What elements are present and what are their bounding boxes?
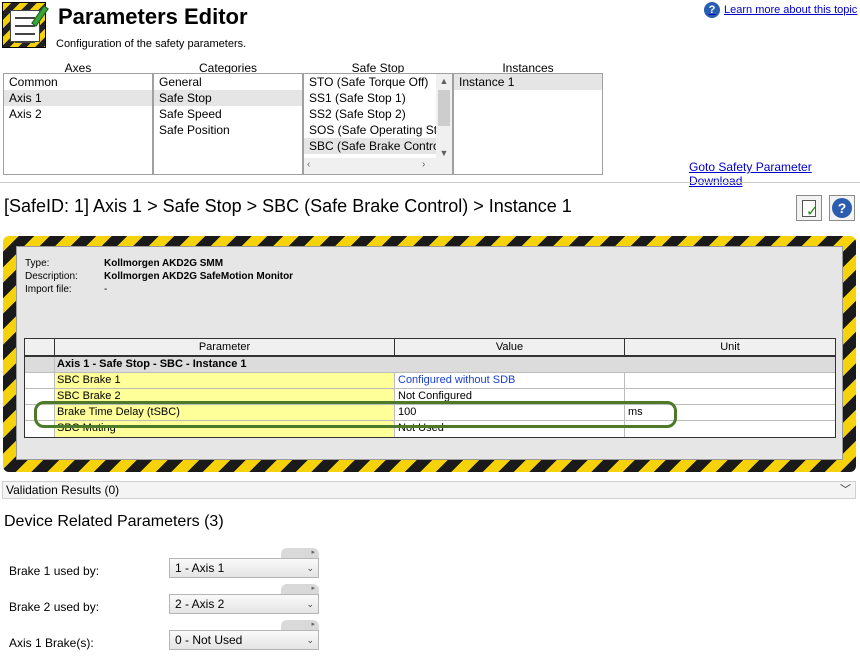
brake-2-field: ▸ 2 - Axis 2 ⌄ [169, 584, 319, 618]
list-item-ss2[interactable]: SS2 (Safe Stop 2) [304, 106, 438, 122]
safe-stop-list[interactable]: STO (Safe Torque Off) SS1 (Safe Stop 1) … [303, 73, 453, 175]
validation-label: Validation Results (0) [6, 483, 120, 497]
list-item-sbc[interactable]: SBC (Safe Brake Control) [304, 138, 438, 154]
column-unit[interactable]: Unit [625, 339, 835, 355]
validation-results-bar[interactable]: Validation Results (0) ﹀ [2, 481, 856, 499]
parameter-value[interactable]: Configured without SDB [395, 373, 625, 388]
learn-more-label: Learn more about this topic [724, 4, 858, 16]
breadcrumb: [SafeID: 1] Axis 1 > Safe Stop > SBC (Sa… [4, 196, 572, 216]
table-group-row: Axis 1 - Safe Stop - SBC - Instance 1 [25, 357, 835, 373]
brake-2-label: Brake 2 used by: [9, 600, 100, 614]
help-button[interactable]: ? [829, 195, 855, 221]
instances-list[interactable]: Instance 1 [453, 73, 603, 175]
row-highlight-outline [34, 401, 677, 428]
device-params-title: Device Related Parameters (3) [4, 513, 224, 530]
scroll-up-icon[interactable]: ▲ [436, 74, 452, 88]
parameter-name: SBC Brake 1 [55, 373, 395, 388]
axis-1-brakes-label: Axis 1 Brake(s): [9, 636, 94, 650]
list-item-instance-1[interactable]: Instance 1 [454, 74, 602, 90]
list-item-common[interactable]: Common [4, 74, 152, 90]
brake-1-label: Brake 1 used by: [9, 564, 100, 578]
list-item-sto[interactable]: STO (Safe Torque Off) [304, 74, 438, 90]
field-tab-icon: ▸ [281, 584, 319, 594]
help-icon: ? [832, 198, 852, 218]
learn-more-link[interactable]: ? Learn more about this topic [704, 2, 857, 18]
chevron-down-icon[interactable]: ﹀ [840, 482, 851, 498]
brake-1-field: ▸ 1 - Axis 1 ⌄ [169, 548, 319, 582]
column-value[interactable]: Value [395, 339, 625, 355]
validate-button[interactable]: ✓ [796, 195, 822, 221]
section-divider [0, 182, 860, 183]
import-file: Import file: - [25, 284, 108, 295]
page-subtitle: Configuration of the safety parameters. [56, 38, 247, 50]
table-header: Parameter Value Unit [25, 339, 835, 357]
page-title: Parameters Editor [58, 4, 248, 29]
list-item-general[interactable]: General [154, 74, 302, 90]
brake-2-select[interactable]: 2 - Axis 2 ⌄ [169, 594, 319, 614]
axis-1-brakes-field: ▸ 0 - Not Used ⌄ [169, 620, 319, 654]
field-tab-icon: ▸ [281, 548, 319, 558]
axis-1-brakes-select[interactable]: 0 - Not Used ⌄ [169, 630, 319, 650]
brake-1-select[interactable]: 1 - Axis 1 ⌄ [169, 558, 319, 578]
scroll-left-icon[interactable]: ‹ [307, 159, 310, 170]
list-item-ss1[interactable]: SS1 (Safe Stop 1) [304, 90, 438, 106]
column-parameter[interactable]: Parameter [55, 339, 395, 355]
scroll-right-icon[interactable]: › [422, 159, 425, 170]
help-icon: ? [704, 2, 720, 18]
chevron-down-icon: ⌄ [306, 563, 314, 573]
field-tab-icon: ▸ [281, 620, 319, 630]
chevron-down-icon: ⌄ [306, 599, 314, 609]
chevron-down-icon: ⌄ [306, 635, 314, 645]
table-row[interactable]: SBC Brake 1 Configured without SDB [25, 373, 835, 389]
list-item-axis-1[interactable]: Axis 1 [4, 90, 152, 106]
list-item-sos[interactable]: SOS (Safe Operating Sto [304, 122, 438, 138]
categories-list[interactable]: General Safe Stop Safe Speed Safe Positi… [153, 73, 303, 175]
device-description: Description: Kollmorgen AKD2G SafeMotion… [25, 271, 294, 282]
list-item-safe-position[interactable]: Safe Position [154, 122, 302, 138]
parameters-editor-icon [2, 2, 49, 48]
list-item-safe-speed[interactable]: Safe Speed [154, 106, 302, 122]
list-item-safe-stop[interactable]: Safe Stop [154, 90, 302, 106]
horizontal-scrollbar[interactable]: ‹ › [304, 158, 452, 174]
parameter-unit [625, 373, 835, 388]
vertical-scrollbar[interactable]: ▲ ▼ [436, 74, 452, 160]
safety-panel: Type: Kollmorgen AKD2G SMM Description: … [3, 236, 856, 472]
device-type: Type: Kollmorgen AKD2G SMM [25, 258, 224, 269]
scroll-thumb[interactable] [438, 90, 450, 126]
axes-list[interactable]: Common Axis 1 Axis 2 [3, 73, 153, 175]
goto-safety-download-link[interactable]: Goto Safety Parameter Download [689, 160, 860, 188]
list-item-axis-2[interactable]: Axis 2 [4, 106, 152, 122]
